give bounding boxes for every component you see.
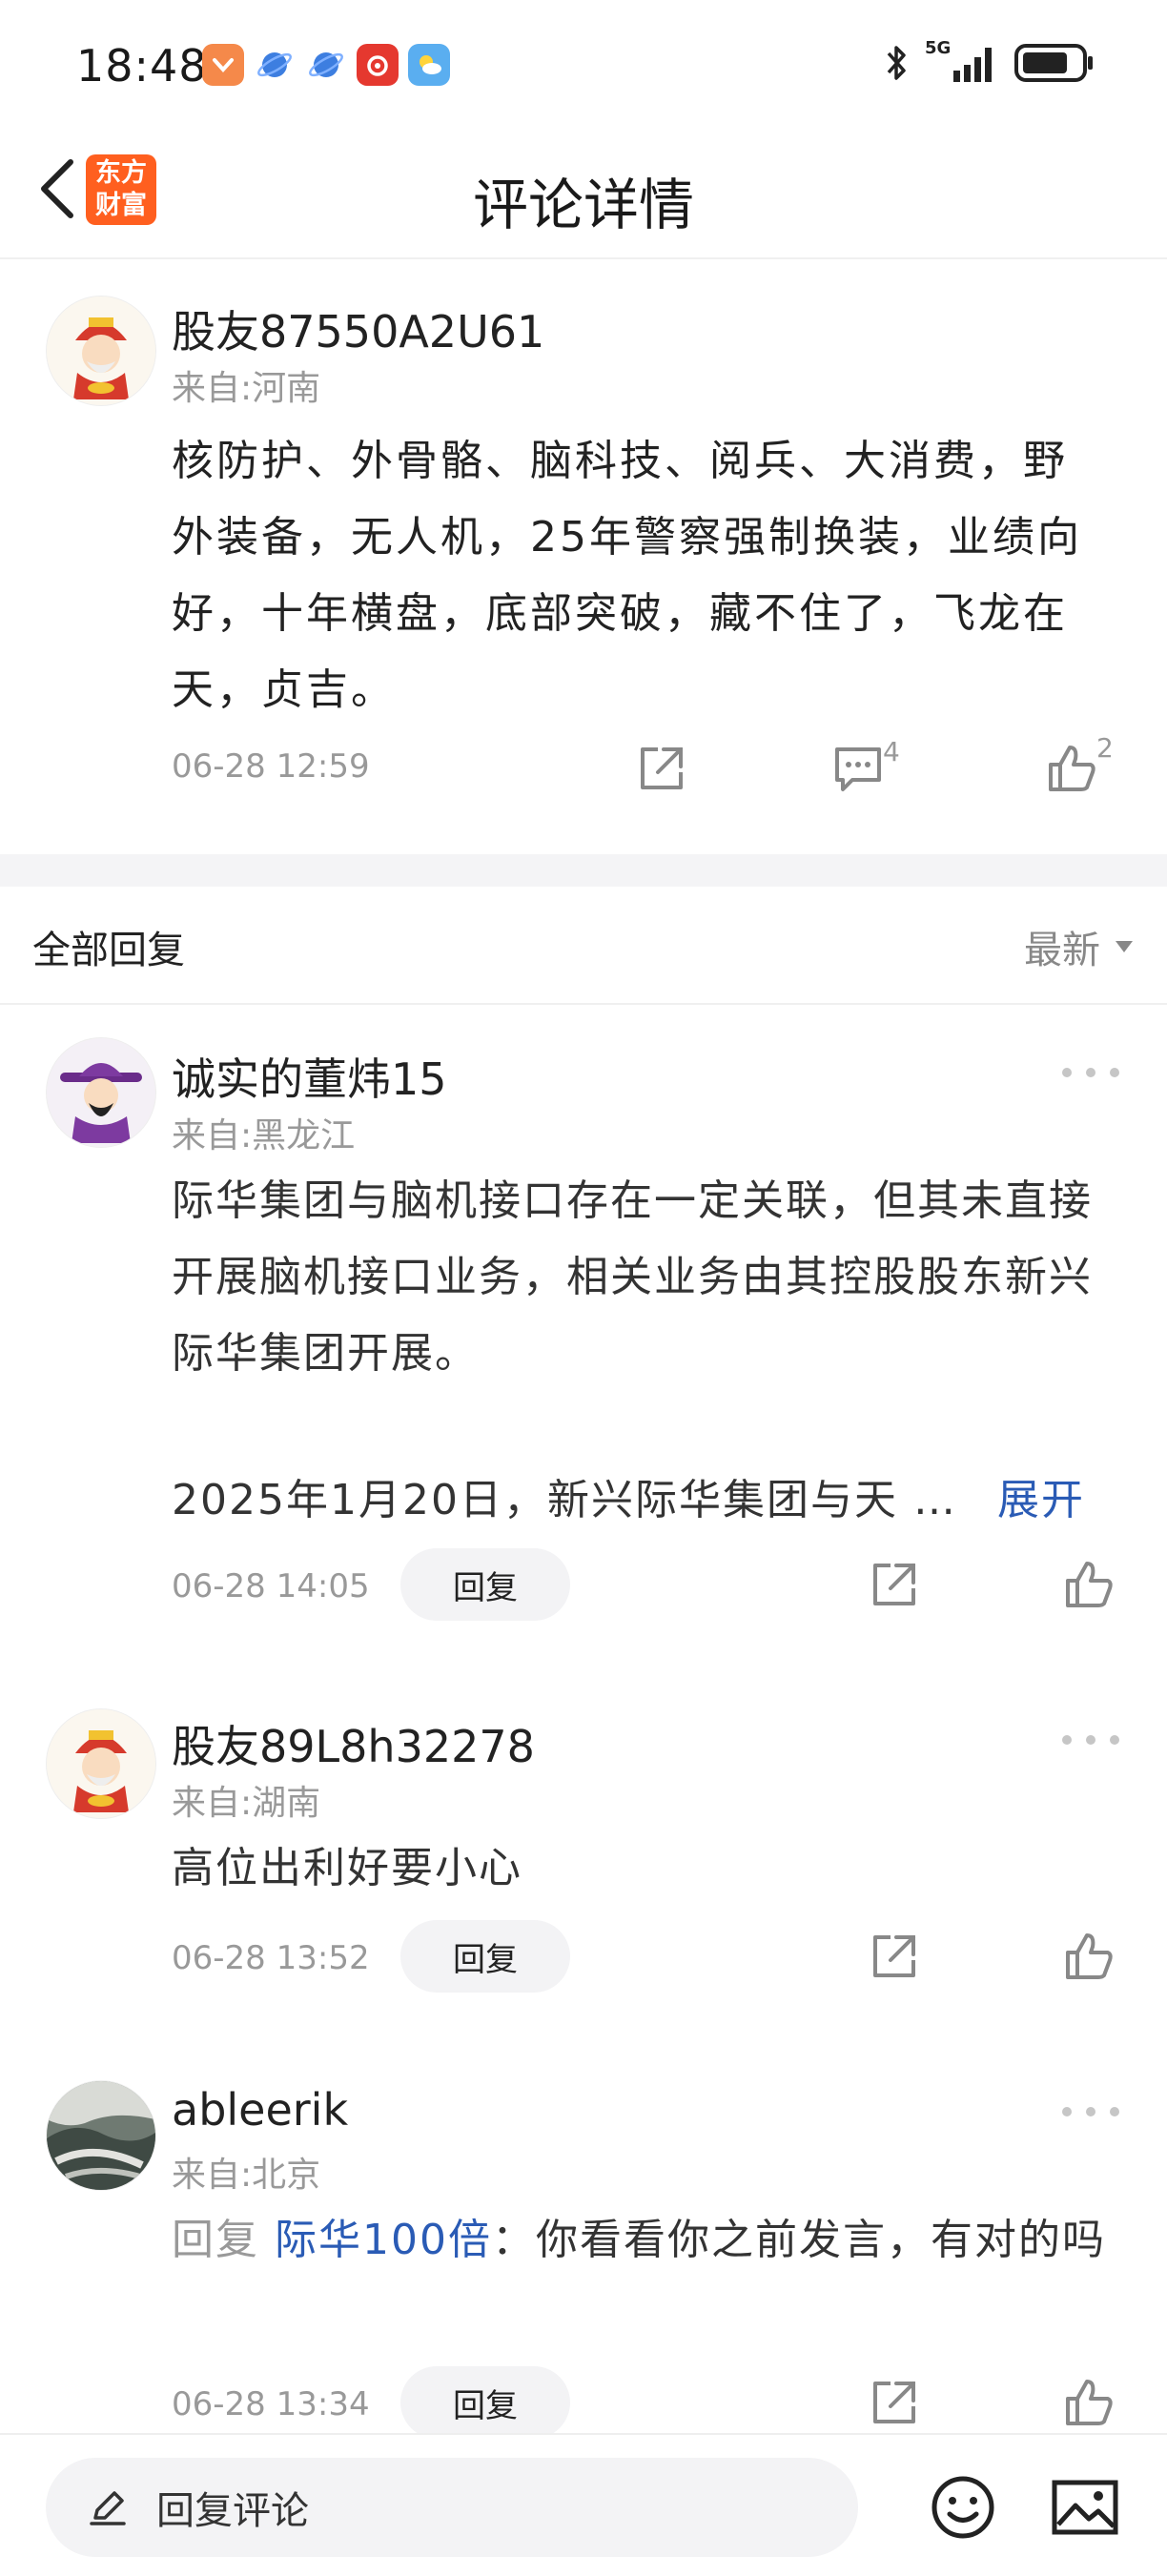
page-title: 评论详情 <box>472 173 694 237</box>
mention-link[interactable]: 际华100倍 <box>275 2216 492 2264</box>
battery-icon <box>1014 44 1093 82</box>
sort-dropdown[interactable]: 最新 <box>1024 919 1135 974</box>
main-comment: 股友87550A2U61 来自:河南 核防护、外骨骼、脑科技、阅兵、大消费，野外… <box>0 259 1167 854</box>
comment-time: 06-28 12:59 <box>172 747 370 786</box>
like-count: 2 <box>1096 732 1114 764</box>
emoji-icon[interactable] <box>927 2471 999 2544</box>
reply-content: 高位出利好要小心 <box>172 1844 522 1892</box>
replies-header: 全部回复 最新 <box>0 887 1167 1005</box>
header: 东方 财富 评论详情 <box>0 133 1167 259</box>
sort-label: 最新 <box>1024 929 1100 972</box>
all-replies-title: 全部回复 <box>32 929 185 972</box>
section-divider <box>0 854 1167 887</box>
like-icon[interactable] <box>1062 2376 1116 2429</box>
reply-message: ：你看看你之前发言，有对的吗 <box>491 2216 1106 2264</box>
reply-time: 06-28 13:52 <box>172 1939 370 1977</box>
avatar[interactable] <box>46 2080 156 2191</box>
image-icon[interactable] <box>1049 2471 1121 2544</box>
reply-button[interactable]: 回复 <box>400 1920 570 1993</box>
username[interactable]: 股友89L8h32278 <box>172 1712 535 1775</box>
signal-icon: 5G <box>925 38 1001 84</box>
reply-time: 06-28 13:34 <box>172 2385 370 2423</box>
bottom-bar: 回复评论 <box>0 2433 1167 2576</box>
reply-button[interactable]: 回复 <box>400 2366 570 2439</box>
username[interactable]: 股友87550A2U61 <box>172 297 544 360</box>
share-icon[interactable] <box>868 1558 921 1611</box>
more-options-button[interactable] <box>1062 2097 1119 2126</box>
like-icon[interactable] <box>1045 742 1098 795</box>
reply-item: 股友89L8h32278 来自:湖南 高位出利好要小心 06-28 13:52 … <box>0 1674 1167 2046</box>
more-options-button[interactable] <box>1062 1726 1119 1754</box>
share-icon[interactable] <box>868 1930 921 1983</box>
reply-item: 诚实的董炜15 来自:黑龙江 际华集团与脑机接口存在一定关联，但其未直接开展脑机… <box>0 1003 1167 1642</box>
expand-link[interactable]: 展开 <box>997 1462 1085 1539</box>
caret-down-icon <box>1116 941 1133 952</box>
like-icon[interactable] <box>1062 1930 1116 1983</box>
username[interactable]: 诚实的董炜15 <box>172 1045 447 1108</box>
reply-content: 际华集团与脑机接口存在一定关联，但其未直接开展脑机接口业务，相关业务由其控股股东… <box>172 1176 1093 1378</box>
reply-content-more: 2025年1月20日，新兴际华集团与天 … <box>172 1476 957 1524</box>
netease-music-icon <box>357 44 399 86</box>
taobao-icon <box>202 44 244 86</box>
weather-icon <box>408 44 450 86</box>
user-location: 来自:北京 <box>172 2156 321 2195</box>
share-icon[interactable] <box>635 742 688 795</box>
reply-content-truncated: 2025年1月20日，新兴际华集团与天 … <box>172 1462 1030 1539</box>
reply-comment-input[interactable]: 回复评论 <box>46 2458 858 2557</box>
system-status: 5G <box>883 38 1095 84</box>
reply-content: 回复 际华100倍：你看看你之前发言，有对的吗 <box>172 2202 1116 2279</box>
comment-count: 4 <box>883 736 900 767</box>
browser-icon <box>305 44 347 86</box>
pen-icon <box>90 2491 126 2525</box>
reply-time: 06-28 14:05 <box>172 1567 370 1605</box>
browser-icon <box>254 44 296 86</box>
like-icon[interactable] <box>1062 1558 1116 1611</box>
status-time: 18:48 <box>76 40 208 92</box>
user-location: 来自:湖南 <box>172 1784 321 1823</box>
reply-prefix: 回复 <box>172 2216 275 2264</box>
status-bar: 18:48 5G <box>0 0 1167 133</box>
more-options-button[interactable] <box>1062 1058 1119 1087</box>
user-location: 来自:河南 <box>172 369 321 408</box>
user-location: 来自:黑龙江 <box>172 1116 356 1155</box>
reply-item: ableerik 来自:北京 回复 际华100倍：你看看你之前发言，有对的吗 0… <box>0 2046 1167 2439</box>
avatar[interactable] <box>46 296 156 406</box>
reply-button[interactable]: 回复 <box>400 1548 570 1621</box>
comment-content: 核防护、外骨骼、脑科技、阅兵、大消费，野外装备，无人机，25年警察强制换装，业绩… <box>172 437 1082 714</box>
input-placeholder: 回复评论 <box>156 2489 309 2533</box>
comment-icon[interactable] <box>831 742 885 795</box>
username[interactable]: ableerik <box>172 2084 348 2136</box>
share-icon[interactable] <box>868 2376 921 2429</box>
notification-icons <box>202 44 450 86</box>
avatar[interactable] <box>46 1708 156 1819</box>
avatar[interactable] <box>46 1037 156 1148</box>
bluetooth-icon <box>887 46 906 80</box>
